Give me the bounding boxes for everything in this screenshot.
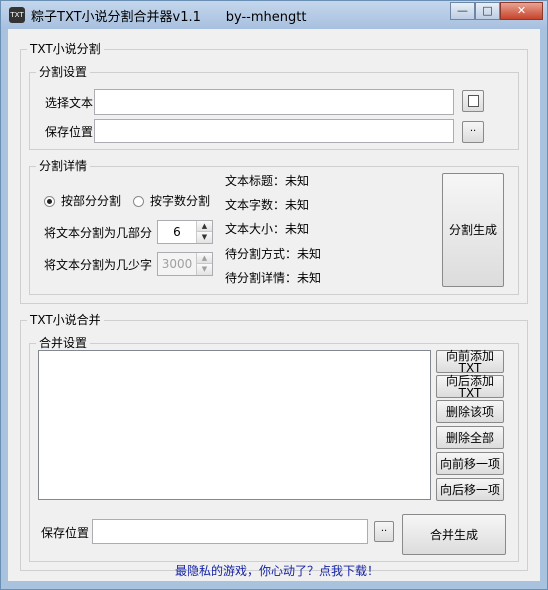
promo-link[interactable]: 最隐私的游戏，你心动了？点我下载！ — [175, 562, 379, 579]
browse-text-button[interactable] — [462, 90, 484, 112]
split-save-input[interactable] — [94, 119, 454, 143]
chars-spinner: 3000 ▲ ▼ — [157, 252, 213, 276]
delete-all-button[interactable]: 删除全部 — [436, 426, 504, 449]
merge-file-list[interactable] — [38, 350, 431, 500]
split-details-title: 分割详情 — [36, 159, 91, 174]
maximize-icon: □ — [482, 4, 493, 17]
add-back-label-1: 向后添加 — [445, 373, 494, 388]
move-up-button[interactable]: 向前移一项 — [436, 452, 504, 475]
info-title-label: 文本标题： — [225, 174, 286, 188]
spin-down-icon: ▼ — [197, 264, 212, 275]
close-button[interactable]: ✕ — [500, 2, 543, 20]
add-back-button[interactable]: 向后添加 TXT — [436, 373, 504, 400]
split-save-label: 保存位置 — [45, 125, 94, 139]
chars-spinner-arrows: ▲ ▼ — [196, 253, 212, 275]
split-save-browse-button[interactable]: ·· — [462, 121, 484, 143]
parts-label: 将文本分割为几部分 — [44, 226, 153, 240]
select-text-input[interactable] — [94, 89, 454, 115]
chars-value: 3000 — [161, 257, 193, 271]
spin-down-icon[interactable]: ▼ — [197, 232, 212, 243]
radio-by-part[interactable] — [44, 196, 55, 207]
select-text-label: 选择文本 — [45, 96, 94, 110]
window-title: 粽子TXT小说分割合并器v1.1 by--mhengtt — [31, 6, 306, 25]
title-bar[interactable]: TXT 粽子TXT小说分割合并器v1.1 by--mhengtt — □ ✕ — [1, 1, 547, 29]
file-icon — [467, 95, 479, 107]
merge-settings-title: 合并设置 — [36, 336, 91, 351]
info-title-value: 未知 — [285, 174, 310, 188]
merge-group: TXT小说合并 合并设置 向前添加 TXT 向后添加 TXT 删除该项 删除全部… — [20, 313, 528, 571]
window-author: by--mhengtt — [225, 10, 307, 25]
split-generate-button[interactable]: 分割生成 — [442, 173, 504, 287]
maximize-button[interactable]: □ — [475, 2, 500, 20]
parts-value[interactable]: 6 — [158, 221, 196, 243]
merge-settings-group: 合并设置 向前添加 TXT 向后添加 TXT 删除该项 删除全部 向前移一项 向… — [29, 336, 519, 562]
merge-save-input[interactable] — [92, 519, 368, 544]
close-icon: ✕ — [516, 4, 527, 17]
info-split-detail-value: 未知 — [297, 271, 322, 285]
info-char-count-label: 文本字数： — [225, 198, 286, 212]
spin-up-icon[interactable]: ▲ — [197, 221, 212, 232]
merge-group-title: TXT小说合并 — [27, 313, 104, 328]
info-title: 文本标题：未知 — [225, 173, 309, 189]
info-size-value: 未知 — [285, 222, 310, 236]
info-split-mode: 待分割方式：未知 — [225, 246, 321, 262]
app-icon: TXT — [9, 7, 25, 23]
merge-save-label: 保存位置 — [41, 526, 90, 540]
client-area: TXT小说分割 分割设置 选择文本 保存位置 ·· 分割详情 按部分分割 按字数… — [8, 29, 540, 581]
add-front-button[interactable]: 向前添加 TXT — [436, 348, 504, 375]
split-details-group: 分割详情 按部分分割 按字数分割 将文本分割为几部分 6 ▲ ▼ 将文本分割为几… — [29, 159, 519, 295]
radio-by-part-label[interactable]: 按部分分割 — [61, 193, 121, 209]
minimize-icon: — — [457, 4, 468, 17]
info-size-label: 文本大小： — [225, 222, 286, 236]
chars-label: 将文本分割为几少字 — [44, 258, 153, 272]
merge-save-browse-button[interactable]: ·· — [374, 521, 394, 542]
spin-up-icon: ▲ — [197, 253, 212, 264]
radio-by-chars[interactable] — [133, 196, 144, 207]
app-window: TXT 粽子TXT小说分割合并器v1.1 by--mhengtt — □ ✕ T… — [0, 0, 548, 590]
info-split-detail-label: 待分割详情： — [225, 271, 298, 285]
info-split-mode-value: 未知 — [297, 247, 322, 261]
add-front-label-1: 向前添加 — [445, 348, 494, 363]
info-split-detail: 待分割详情：未知 — [225, 270, 321, 286]
info-char-count-value: 未知 — [285, 198, 310, 212]
split-group: TXT小说分割 分割设置 选择文本 保存位置 ·· 分割详情 按部分分割 按字数… — [20, 42, 528, 304]
split-settings-group: 分割设置 选择文本 保存位置 ·· — [29, 65, 519, 150]
info-size: 文本大小：未知 — [225, 221, 309, 237]
info-split-mode-label: 待分割方式： — [225, 247, 298, 261]
parts-spinner[interactable]: 6 ▲ ▼ — [157, 220, 213, 244]
minimize-button[interactable]: — — [450, 2, 475, 20]
parts-spinner-arrows: ▲ ▼ — [196, 221, 212, 243]
delete-item-button[interactable]: 删除该项 — [436, 400, 504, 423]
info-char-count: 文本字数：未知 — [225, 197, 309, 213]
move-down-button[interactable]: 向后移一项 — [436, 478, 504, 501]
radio-by-chars-label[interactable]: 按字数分割 — [150, 193, 210, 209]
add-front-label-2: TXT — [458, 360, 482, 375]
split-group-title: TXT小说分割 — [27, 42, 104, 57]
merge-generate-button[interactable]: 合并生成 — [402, 514, 506, 555]
window-title-text: 粽子TXT小说分割合并器v1.1 — [31, 10, 201, 25]
split-settings-title: 分割设置 — [36, 65, 91, 80]
add-back-label-2: TXT — [458, 385, 482, 400]
